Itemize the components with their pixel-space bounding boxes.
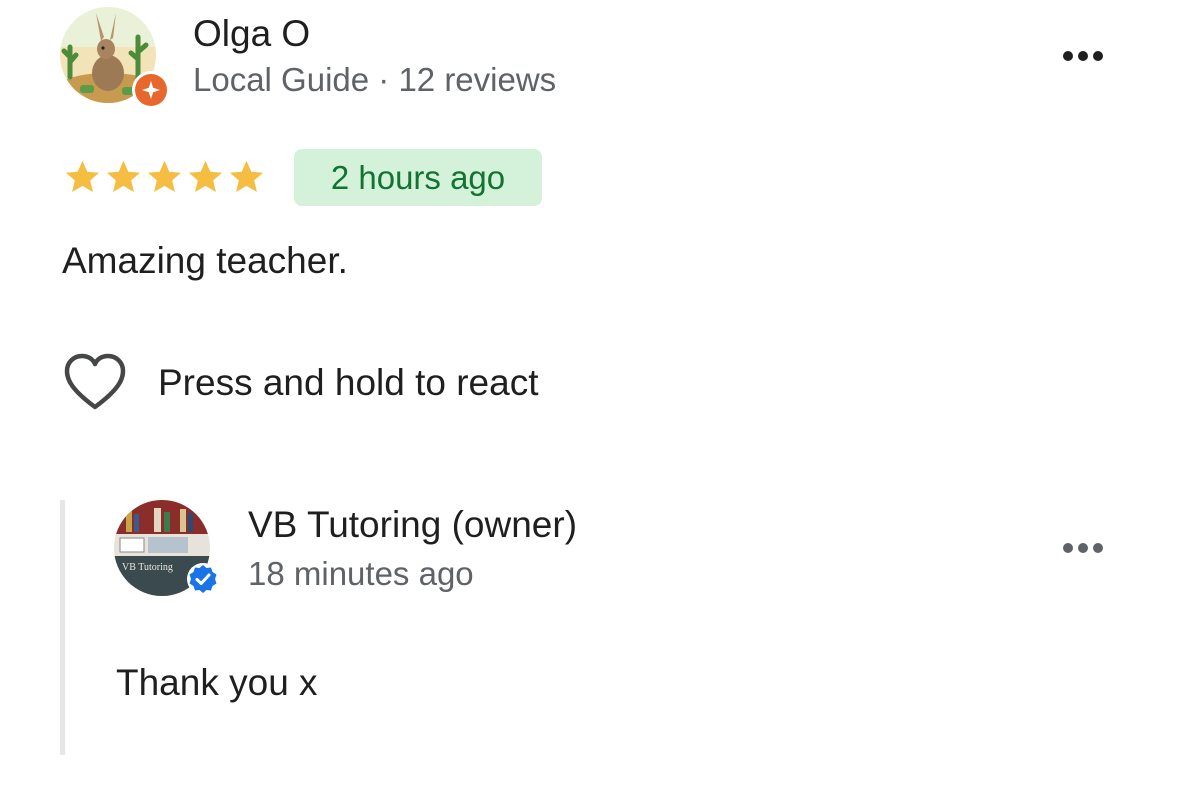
more-horizontal-icon [1063, 51, 1073, 61]
reviewer-avatar[interactable] [60, 7, 170, 109]
star-icon [65, 160, 100, 193]
star-icon [106, 160, 141, 193]
reviewer-name[interactable]: Olga O [193, 12, 310, 56]
review-more-options-button[interactable] [1055, 36, 1111, 76]
owner-logo-wordmark: VB Tutoring [122, 562, 173, 573]
more-horizontal-icon [1063, 543, 1073, 553]
verified-check-icon [187, 563, 219, 595]
more-dot [1093, 543, 1103, 553]
star-rating [62, 155, 267, 199]
reply-more-options-button[interactable] [1055, 528, 1111, 568]
reply-divider [60, 500, 65, 755]
reviewer-meta[interactable]: Local Guide · 12 reviews [193, 60, 556, 100]
owner-reply-time: 18 minutes ago [248, 555, 474, 592]
review-time-chip: 2 hours ago [294, 149, 542, 206]
star-icon [229, 160, 264, 193]
review-text: Amazing teacher. [62, 240, 348, 281]
review-card: Olga O Local Guide · 12 reviews 2 hours … [0, 0, 1179, 797]
heart-outline-icon [64, 353, 126, 410]
owner-reply-text: Thank you x [116, 662, 318, 703]
owner-name[interactable]: VB Tutoring (owner) [248, 503, 577, 547]
local-guide-badge [132, 71, 170, 109]
react-label: Press and hold to react [158, 362, 539, 403]
star-icon [147, 160, 182, 193]
local-guide-badge-icon [135, 74, 167, 106]
more-dot [1078, 51, 1088, 61]
more-dot [1093, 51, 1103, 61]
react-button[interactable]: Press and hold to react [62, 350, 539, 416]
star-icon [188, 160, 223, 193]
more-dot [1078, 543, 1088, 553]
